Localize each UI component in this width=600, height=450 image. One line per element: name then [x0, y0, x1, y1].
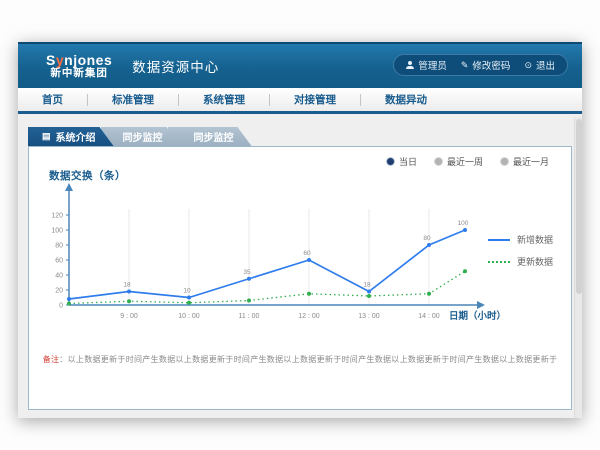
tab-label: 系统介绍: [56, 129, 96, 144]
radio-last-month[interactable]: 最近一月: [501, 155, 549, 168]
tab-label: 同步监控: [194, 129, 234, 144]
app-header: Synjones 新中新集团 数据资源中心 管理员 ✎ 修改密码 ⊙ 退出: [18, 42, 582, 88]
svg-text:12 : 00: 12 : 00: [298, 313, 320, 320]
power-icon: ⊙: [524, 61, 532, 70]
svg-text:35: 35: [243, 269, 251, 276]
tab-system-intro[interactable]: ▤ 系统介绍: [28, 127, 114, 146]
nav-item-system-mgmt[interactable]: 系统管理: [179, 92, 269, 107]
svg-text:40: 40: [55, 273, 63, 280]
change-password-button[interactable]: ✎ 修改密码: [461, 58, 511, 72]
footnote-body: ：以上数据更新于时间产生数据以上数据更新于时间产生数据以上数据更新于时间产生数据…: [59, 355, 557, 364]
radio-icon: [387, 158, 394, 165]
nav-item-integration-mgmt[interactable]: 对接管理: [270, 92, 360, 107]
svg-text:20: 20: [55, 288, 63, 295]
svg-text:60: 60: [55, 258, 63, 265]
svg-text:日期（小时）: 日期（小时）: [449, 310, 506, 322]
nav-item-home[interactable]: 首页: [18, 92, 87, 107]
logout-label: 退出: [536, 58, 555, 72]
tab-label: 同步监控: [123, 129, 163, 144]
svg-text:80: 80: [55, 243, 63, 250]
app-title: 数据资源中心: [132, 56, 219, 76]
legend-item-updated-data: 更新数据: [488, 255, 553, 268]
logo-company-name: 新中新集团: [46, 68, 112, 79]
svg-text:10: 10: [183, 288, 191, 295]
svg-text:9 : 00: 9 : 00: [120, 313, 138, 320]
footnote-prefix: 备注: [43, 355, 60, 364]
solid-line-icon: [488, 239, 510, 241]
svg-text:13 : 00: 13 : 00: [358, 313, 380, 320]
tab-bar: ▤ 系统介绍 同步监控 同步监控: [28, 127, 239, 146]
svg-text:60: 60: [303, 250, 311, 257]
svg-text:120: 120: [51, 213, 63, 220]
user-toolbar: 管理员 ✎ 修改密码 ⊙ 退出: [393, 54, 568, 76]
logout-button[interactable]: ⊙ 退出: [524, 58, 555, 72]
svg-text:100: 100: [51, 228, 63, 235]
person-icon: [406, 61, 414, 69]
svg-text:100: 100: [458, 220, 469, 227]
user-menu[interactable]: 管理员: [406, 58, 447, 72]
legend-label: 新增数据: [517, 233, 553, 246]
nav-item-data-changes[interactable]: 数据异动: [361, 92, 451, 107]
company-logo: Synjones 新中新集团: [46, 53, 112, 79]
radio-label: 最近一周: [447, 155, 483, 168]
radio-today[interactable]: 当日: [387, 155, 417, 168]
radio-last-week[interactable]: 最近一周: [435, 155, 483, 168]
radio-label: 最近一月: [513, 155, 549, 168]
chart-panel: 当日 最近一周 最近一月 数据交换（条） 0204060801001209 : …: [28, 146, 572, 410]
legend-item-new-data: 新增数据: [488, 233, 553, 246]
legend-label: 更新数据: [517, 255, 553, 268]
change-password-label: 修改密码: [472, 58, 510, 72]
edit-icon: ✎: [461, 61, 469, 70]
footnote: 备注：以上数据更新于时间产生数据以上数据更新于时间产生数据以上数据更新于时间产生…: [29, 354, 571, 365]
radio-label: 当日: [399, 155, 417, 168]
nav-item-standard-mgmt[interactable]: 标准管理: [88, 92, 178, 107]
svg-text:10 : 00: 10 : 00: [178, 313, 200, 320]
radio-icon: [435, 158, 442, 165]
svg-text:14 : 00: 14 : 00: [418, 313, 440, 320]
document-icon: ▤: [42, 132, 51, 141]
dotted-line-icon: [488, 261, 510, 263]
scrollbar-thumb[interactable]: [576, 119, 582, 294]
svg-text:0: 0: [59, 303, 63, 310]
user-name-label: 管理员: [418, 58, 447, 72]
tab-sync-monitor-1[interactable]: 同步监控: [101, 127, 181, 146]
tab-sync-monitor-2[interactable]: 同步监控: [168, 127, 252, 146]
logo-wordmark: Synjones: [46, 53, 112, 68]
main-nav: 首页 标准管理 系统管理 对接管理 数据异动: [18, 88, 582, 114]
app-window: Synjones 新中新集团 数据资源中心 管理员 ✎ 修改密码 ⊙ 退出 首页…: [18, 42, 582, 418]
range-filter-group: 当日 最近一周 最近一月: [387, 155, 549, 168]
chart-legend: 新增数据 更新数据: [488, 233, 553, 268]
svg-text:80: 80: [423, 235, 431, 242]
svg-text:11 : 00: 11 : 00: [239, 313, 260, 320]
svg-text:18: 18: [363, 282, 371, 289]
scrollbar-track[interactable]: [574, 117, 582, 418]
radio-icon: [501, 158, 508, 165]
svg-text:18: 18: [123, 282, 131, 289]
